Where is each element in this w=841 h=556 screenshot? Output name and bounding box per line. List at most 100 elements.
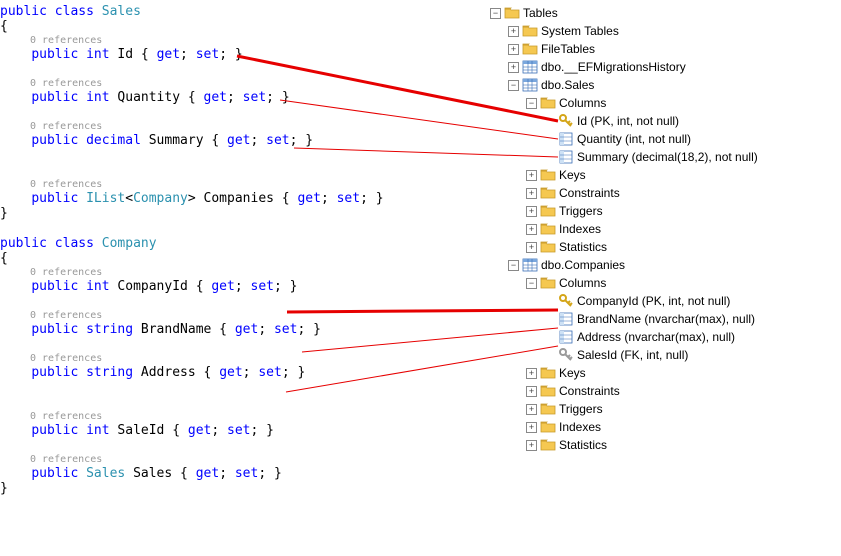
codelens-hint: 0 references — [30, 77, 440, 90]
tree-label: Triggers — [559, 204, 603, 218]
tree-node-col-companyid[interactable]: CompanyId (PK, int, not null) — [490, 292, 758, 310]
expand-icon[interactable]: + — [526, 422, 537, 433]
codelens-hint: 0 references — [30, 309, 440, 322]
tree-node-migrations[interactable]: + dbo.__EFMigrationsHistory — [490, 58, 758, 76]
tree-label: Quantity (int, not null) — [577, 132, 691, 146]
folder-icon — [540, 95, 556, 111]
code-line: public int SaleId { get; set; } — [0, 423, 440, 438]
expand-icon[interactable]: + — [526, 386, 537, 397]
codelens-hint: 0 references — [30, 266, 440, 279]
code-line: public class Sales — [0, 4, 440, 19]
code-line: public Sales Sales { get; set; } — [0, 466, 440, 481]
folder-icon — [540, 401, 556, 417]
code-line: public int Quantity { get; set; } — [0, 90, 440, 105]
column-icon — [558, 311, 574, 327]
tree-node-columns[interactable]: −Columns — [490, 94, 758, 112]
code-line: public string Address { get; set; } — [0, 365, 440, 380]
codelens-hint: 0 references — [30, 410, 440, 423]
tree-node-col-quantity[interactable]: Quantity (int, not null) — [490, 130, 758, 148]
tree-node-triggers[interactable]: + Triggers — [490, 400, 758, 418]
collapse-icon[interactable]: − — [526, 98, 537, 109]
collapse-icon[interactable]: − — [508, 260, 519, 271]
tree-label: Triggers — [559, 402, 603, 416]
folder-icon — [540, 275, 556, 291]
expand-icon[interactable]: + — [508, 44, 519, 55]
code-line: public int CompanyId { get; set; } — [0, 279, 440, 294]
expand-icon[interactable]: + — [526, 224, 537, 235]
folder-icon — [540, 167, 556, 183]
tree-node-col-address[interactable]: Address (nvarchar(max), null) — [490, 328, 758, 346]
tree-node-keys[interactable]: + Keys — [490, 166, 758, 184]
code-line: public decimal Summary { get; set; } — [0, 133, 440, 148]
tree-node-system-tables[interactable]: + System Tables — [490, 22, 758, 40]
primary-key-icon — [558, 113, 574, 129]
collapse-icon[interactable]: − — [508, 80, 519, 91]
collapse-icon[interactable]: − — [526, 278, 537, 289]
expand-icon[interactable]: + — [526, 440, 537, 451]
tree-label: Summary (decimal(18,2), not null) — [577, 150, 758, 164]
tree-node-statistics[interactable]: +Statistics — [490, 436, 758, 454]
expand-icon[interactable]: + — [526, 206, 537, 217]
tree-label: Tables — [523, 6, 558, 20]
foreign-key-icon — [558, 347, 574, 363]
tree-node-statistics[interactable]: +Statistics — [490, 238, 758, 256]
expand-icon[interactable]: + — [508, 26, 519, 37]
expand-icon[interactable]: + — [526, 404, 537, 415]
tree-node-col-brandname[interactable]: BrandName (nvarchar(max), null) — [490, 310, 758, 328]
tree-node-dbo-companies[interactable]: −dbo.Companies — [490, 256, 758, 274]
tree-node-constraints[interactable]: +Constraints — [490, 382, 758, 400]
tree-node-triggers[interactable]: + Triggers — [490, 202, 758, 220]
codelens-hint: 0 references — [30, 352, 440, 365]
tree-node-col-summary[interactable]: Summary (decimal(18,2), not null) — [490, 148, 758, 166]
tree-node-indexes[interactable]: + Indexes — [490, 220, 758, 238]
collapse-icon[interactable]: − — [490, 8, 501, 19]
object-explorer-tree: − Tables + System Tables + FileTables + dbo.… — [490, 4, 758, 454]
tree-node-file-tables[interactable]: + FileTables — [490, 40, 758, 58]
folder-icon — [504, 5, 520, 21]
tree-label: System Tables — [541, 24, 619, 38]
tree-node-col-salesid[interactable]: SalesId (FK, int, null) — [490, 346, 758, 364]
tree-node-col-id[interactable]: Id (PK, int, not null) — [490, 112, 758, 130]
folder-icon — [540, 203, 556, 219]
code-line: { — [0, 19, 440, 34]
codelens-hint: 0 references — [30, 178, 440, 191]
table-icon — [522, 77, 538, 93]
expand-icon[interactable]: + — [526, 170, 537, 181]
tree-label: SalesId (FK, int, null) — [577, 348, 688, 362]
tree-node-dbo-sales[interactable]: − dbo.Sales — [490, 76, 758, 94]
expand-icon[interactable]: + — [526, 368, 537, 379]
column-icon — [558, 131, 574, 147]
tree-label: Constraints — [559, 186, 620, 200]
tree-label: Indexes — [559, 222, 601, 236]
tree-node-columns[interactable]: −Columns — [490, 274, 758, 292]
tree-label: dbo.__EFMigrationsHistory — [541, 60, 686, 74]
column-icon — [558, 149, 574, 165]
tree-node-constraints[interactable]: + Constraints — [490, 184, 758, 202]
folder-icon — [540, 383, 556, 399]
codelens-hint: 0 references — [30, 120, 440, 133]
expand-icon[interactable]: + — [508, 62, 519, 73]
tree-label: Keys — [559, 168, 586, 182]
expand-icon[interactable]: + — [526, 242, 537, 253]
tree-label: FileTables — [541, 42, 595, 56]
table-icon — [522, 257, 538, 273]
code-line: } — [0, 481, 440, 496]
tree-node-tables[interactable]: − Tables — [490, 4, 758, 22]
csharp-code: public class Sales { 0 references public… — [0, 4, 440, 496]
folder-icon — [522, 41, 538, 57]
tree-node-keys[interactable]: + Keys — [490, 364, 758, 382]
folder-icon — [540, 239, 556, 255]
tree-label: Address (nvarchar(max), null) — [577, 330, 735, 344]
code-line: public int Id { get; set; } — [0, 47, 440, 62]
expand-icon[interactable]: + — [526, 188, 537, 199]
tree-node-indexes[interactable]: +Indexes — [490, 418, 758, 436]
tree-label: BrandName (nvarchar(max), null) — [577, 312, 755, 326]
folder-icon — [540, 185, 556, 201]
folder-icon — [522, 23, 538, 39]
codelens-hint: 0 references — [30, 34, 440, 47]
tree-label: dbo.Sales — [541, 78, 594, 92]
code-line: } — [0, 206, 440, 221]
code-line: public class Company — [0, 236, 440, 251]
column-icon — [558, 329, 574, 345]
tree-label: Keys — [559, 366, 586, 380]
